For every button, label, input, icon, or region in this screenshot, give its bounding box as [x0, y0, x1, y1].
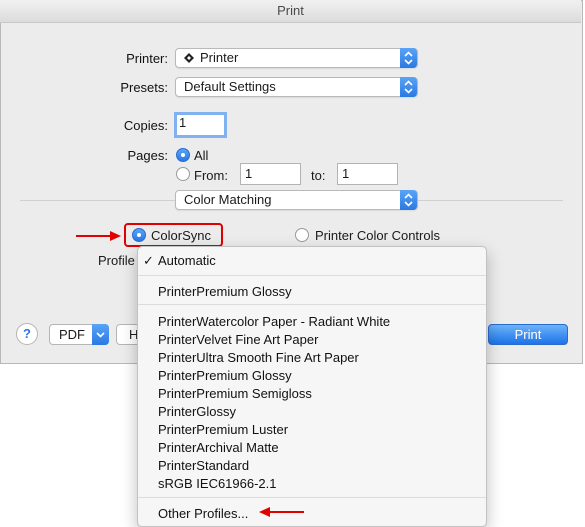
pages-to-label: to:	[311, 168, 326, 183]
pdf-button[interactable]: PDF	[49, 324, 109, 345]
pages-from-label: From:	[194, 168, 228, 183]
menu-item[interactable]: PrinterVelvet Fine Art Paper	[158, 332, 318, 347]
pages-all-radio[interactable]	[176, 148, 190, 162]
popup-arrows-icon	[400, 77, 417, 97]
menu-separator	[138, 275, 486, 276]
menu-item[interactable]: PrinterArchival Matte	[158, 440, 279, 455]
popup-arrows-icon	[400, 48, 417, 68]
window-title: Print	[0, 0, 581, 23]
presets-value: Default Settings	[184, 79, 276, 94]
annotation-arrow-icon	[76, 229, 122, 246]
menu-item[interactable]: PrinterUltra Smooth Fine Art Paper	[158, 350, 359, 365]
section-popup[interactable]: Color Matching	[175, 190, 418, 210]
annotation-arrow-icon	[258, 505, 304, 522]
menu-item[interactable]: PrinterWatercolor Paper - Radiant White	[158, 314, 390, 329]
print-button[interactable]: Print	[488, 324, 568, 345]
checkmark-icon: ✓	[143, 253, 154, 268]
colorsync-label: ColorSync	[151, 228, 211, 243]
menu-item[interactable]: sRGB IEC61966-2.1	[158, 476, 277, 491]
menu-item[interactable]: PrinterPremium Glossy	[158, 284, 292, 299]
presets-popup[interactable]: Default Settings	[175, 77, 418, 97]
printer-color-controls-radio[interactable]	[295, 228, 309, 242]
menu-item[interactable]: PrinterPremium Semigloss	[158, 386, 312, 401]
popup-arrows-icon	[400, 190, 417, 210]
section-value: Color Matching	[184, 192, 272, 207]
pdf-label: PDF	[59, 327, 85, 342]
pages-label: Pages:	[127, 148, 168, 163]
printer-color-controls-label: Printer Color Controls	[315, 228, 440, 243]
menu-item[interactable]: PrinterPremium Glossy	[158, 368, 292, 383]
copies-label: Copies:	[123, 118, 168, 133]
menu-separator	[138, 304, 486, 305]
chevron-down-icon	[92, 324, 109, 345]
menu-item[interactable]: PrinterStandard	[158, 458, 249, 473]
menu-item-other-profiles[interactable]: Other Profiles...	[158, 506, 248, 521]
profile-label: Profile	[98, 253, 135, 268]
presets-label: Presets:	[120, 80, 168, 95]
printer-value: Printer	[200, 50, 239, 65]
printer-icon	[184, 50, 194, 63]
menu-item[interactable]: Automatic	[158, 253, 216, 268]
printer-label: Printer:	[126, 51, 168, 66]
pages-all-label: All	[194, 148, 209, 163]
menu-item[interactable]: PrinterGlossy	[158, 404, 236, 419]
menu-item[interactable]: PrinterPremium Luster	[158, 422, 288, 437]
help-button[interactable]: ?	[16, 323, 38, 345]
colorsync-radio[interactable]	[132, 228, 146, 242]
pages-to-field[interactable]: 1	[337, 163, 398, 185]
pages-from-field[interactable]: 1	[240, 163, 301, 185]
menu-separator	[138, 497, 486, 498]
printer-popup[interactable]: Printer	[175, 48, 418, 68]
pages-from-radio[interactable]	[176, 167, 190, 181]
copies-field[interactable]: 1	[174, 112, 227, 138]
